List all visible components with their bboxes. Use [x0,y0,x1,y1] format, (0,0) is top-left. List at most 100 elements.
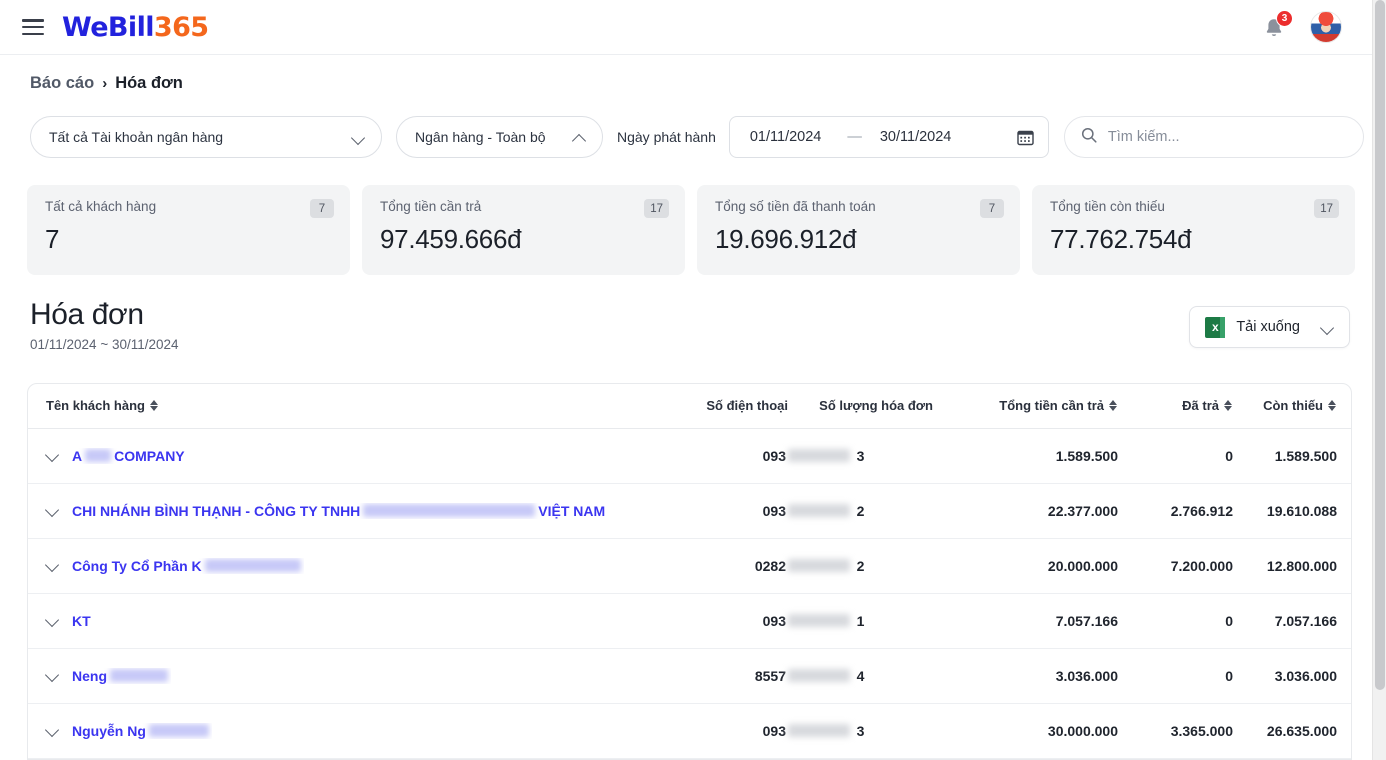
customer-name-link[interactable]: CHI NHÁNH BÌNH THẠNH - CÔNG TY TNHH VIỆT … [72,503,605,519]
cell-customer-name: Neng [28,648,668,704]
chevron-up-icon [573,131,586,144]
avatar[interactable] [1310,11,1342,43]
top-bar-actions: 3 [1262,10,1372,43]
redacted-phone [788,449,850,462]
summary-cards: Tất cả khách hàng 7 7 Tổng tiền cần trả … [27,185,1355,275]
table-row[interactable]: A COMPANY 093 3 1.589.500 0 1.589.500 [28,428,1351,484]
stat-card-remaining: Tổng tiền còn thiếu 17 77.762.754đ [1032,185,1355,275]
stat-card-total-due: Tổng tiền cần trả 17 97.459.666đ [362,185,685,275]
redacted-phone [788,724,850,737]
sort-icon[interactable] [1224,399,1233,412]
th-paid[interactable]: Đã trả [1118,384,1233,429]
customer-name-link[interactable]: KT [72,613,91,629]
top-bar: WeBill365 3 [0,0,1372,55]
sort-icon[interactable] [1109,399,1118,412]
table-row[interactable]: CHI NHÁNH BÌNH THẠNH - CÔNG TY TNHH VIỆT … [28,483,1351,539]
notification-count-badge: 3 [1276,10,1293,27]
table-body: A COMPANY 093 3 1.589.500 0 1.589.500 CHI NHÁNH… [28,428,1351,759]
cell-phone: 0282 [668,538,850,594]
cell-phone: 093 [668,593,850,649]
customer-name-suffix: VIỆT NAM [538,502,606,519]
chevron-right-icon: › [102,75,108,92]
hamburger-icon[interactable] [22,19,44,35]
cell-total-due: 22.377.000 [933,483,1118,539]
app-logo[interactable]: WeBill365 [62,11,209,43]
cell-customer-name: Nguyễn Ng [28,703,668,759]
page-header: Hóa đơn 01/11/2024 ~ 30/11/2024 x Tải xu… [30,298,1350,352]
bank-select[interactable]: Ngân hàng - Toàn bộ [396,116,603,158]
stat-value: 19.696.912đ [715,224,857,254]
table-row[interactable]: Nguyễn Ng 093 3 30.000.000 3.365.000 26.635.0… [28,703,1351,759]
breadcrumb: Báo cáo › Hóa đơn [30,74,183,93]
cell-phone: 093 [668,483,850,539]
table-header-row: Tên khách hàng Số điện thoại Số lượng hó… [28,384,1351,429]
logo-text-primary: WeBill [62,11,154,43]
th-label: Số điện thoại [706,398,788,414]
customer-name-link[interactable]: Nguyễn Ng [72,723,212,739]
cell-phone: 093 [668,703,850,759]
th-remaining[interactable]: Còn thiếu [1233,384,1351,429]
bank-account-select[interactable]: Tất cả Tài khoản ngân hàng [30,116,382,158]
redacted-text [85,449,112,462]
table-row[interactable]: KT 093 1 7.057.166 0 7.057.166 [28,593,1351,649]
date-from-value[interactable]: 01/11/2024 [750,129,822,145]
cell-paid: 3.365.000 [1118,703,1233,759]
customer-name-link[interactable]: Công Ty Cổ Phần K [72,558,304,574]
stat-title: Tất cả khách hàng [45,199,157,214]
customer-name-link[interactable]: A COMPANY [72,448,185,464]
expand-row-icon[interactable] [46,504,60,518]
th-total-due[interactable]: Tổng tiền cần trả [933,384,1118,429]
page-scrollbar[interactable] [1372,0,1386,760]
phone-prefix: 093 [762,612,786,629]
customer-name-prefix: Neng [72,667,107,684]
stat-value: 97.459.666đ [380,224,522,254]
cell-paid: 7.200.000 [1118,538,1233,594]
th-label: Còn thiếu [1263,398,1323,414]
customer-name-prefix: A [72,447,83,464]
calendar-icon[interactable] [1017,129,1034,146]
stat-badge: 17 [1314,199,1339,218]
th-label: Số lượng hóa đơn [819,398,933,414]
phone-prefix: 093 [762,502,786,519]
download-button-label: Tải xuống [1236,319,1300,335]
cell-remaining: 7.057.166 [1233,593,1351,649]
stat-title: Tổng số tiền đã thanh toán [715,199,876,214]
search-input[interactable] [1107,129,1347,145]
th-label: Tổng tiền cần trả [999,398,1104,414]
phone-prefix: 8557 [754,667,786,684]
breadcrumb-item-reports[interactable]: Báo cáo [30,74,94,93]
expand-row-icon[interactable] [46,559,60,573]
cell-paid: 2.766.912 [1118,483,1233,539]
sort-icon[interactable] [149,399,159,412]
cell-paid: 0 [1118,593,1233,649]
redacted-phone [788,614,850,627]
redacted-phone [788,559,850,572]
date-range-picker[interactable]: 01/11/2024 — 30/11/2024 [728,116,1049,158]
cell-remaining: 3.036.000 [1233,648,1351,704]
table-row[interactable]: Neng 8557 4 3.036.000 0 3.036.000 [28,648,1351,704]
customer-name-link[interactable]: Neng [72,668,171,684]
redacted-phone [788,669,850,682]
date-to-value[interactable]: 30/11/2024 [880,129,952,145]
table-row[interactable]: Công Ty Cổ Phần K 0282 2 20.000.000 7.200.00… [28,538,1351,594]
filter-bar: Tất cả Tài khoản ngân hàng Ngân hàng - T… [30,116,1364,158]
notifications-button[interactable]: 3 [1262,10,1293,41]
expand-row-icon[interactable] [46,669,60,683]
cell-total-due: 30.000.000 [933,703,1118,759]
invoice-table: Tên khách hàng Số điện thoại Số lượng hó… [28,384,1351,759]
expand-row-icon[interactable] [46,724,60,738]
stat-title: Tổng tiền cần trả [380,199,482,214]
cell-customer-name: A COMPANY [28,428,668,484]
breadcrumb-item-invoice: Hóa đơn [115,74,183,92]
expand-row-icon[interactable] [46,449,60,463]
th-label: Tên khách hàng [46,398,145,414]
expand-row-icon[interactable] [46,614,60,628]
download-button[interactable]: x Tải xuống [1189,306,1350,348]
stat-badge: 7 [310,199,334,218]
cell-remaining: 1.589.500 [1233,428,1351,484]
page-date-range: 01/11/2024 ~ 30/11/2024 [30,337,179,352]
search-box[interactable] [1063,116,1364,158]
th-customer-name[interactable]: Tên khách hàng [28,384,668,429]
page-scrollbar-thumb[interactable] [1375,0,1385,690]
sort-icon[interactable] [1328,399,1337,412]
